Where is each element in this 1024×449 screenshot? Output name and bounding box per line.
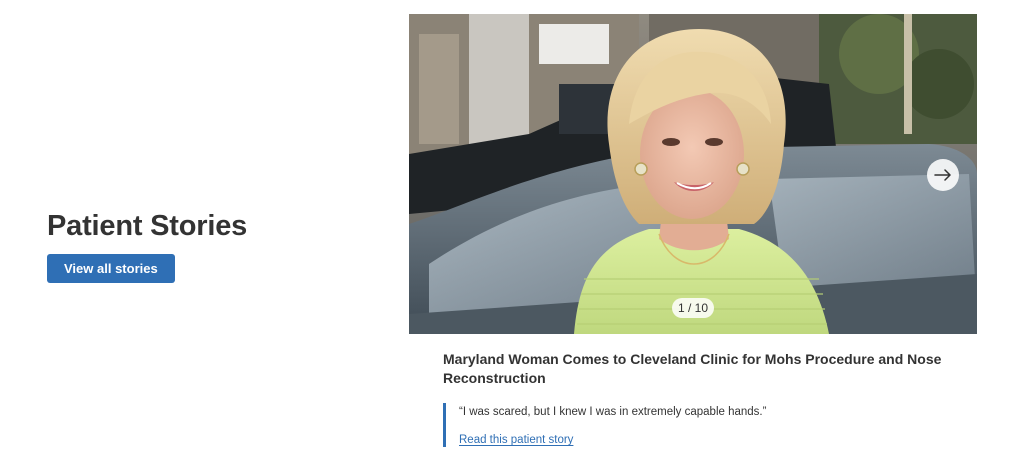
patient-stories-section: Patient Stories View all stories 1 / 10 …: [0, 0, 1024, 449]
story-carousel[interactable]: 1 / 10: [409, 14, 977, 334]
carousel-next-button[interactable]: [927, 159, 959, 191]
story-quote-block: “I was scared, but I knew I was in extre…: [443, 403, 766, 447]
story-title: Maryland Woman Comes to Cleveland Clinic…: [443, 351, 942, 386]
story-quote: “I was scared, but I knew I was in extre…: [459, 406, 767, 418]
section-header: Patient Stories View all stories: [47, 208, 367, 283]
arrow-right-icon: [934, 169, 951, 181]
section-title: Patient Stories: [47, 210, 248, 242]
slide-counter: 1 / 10: [672, 298, 714, 318]
patient-photo: [409, 14, 977, 334]
view-all-stories-button[interactable]: View all stories: [47, 254, 175, 283]
read-story-link[interactable]: Read this patient story: [459, 433, 573, 447]
